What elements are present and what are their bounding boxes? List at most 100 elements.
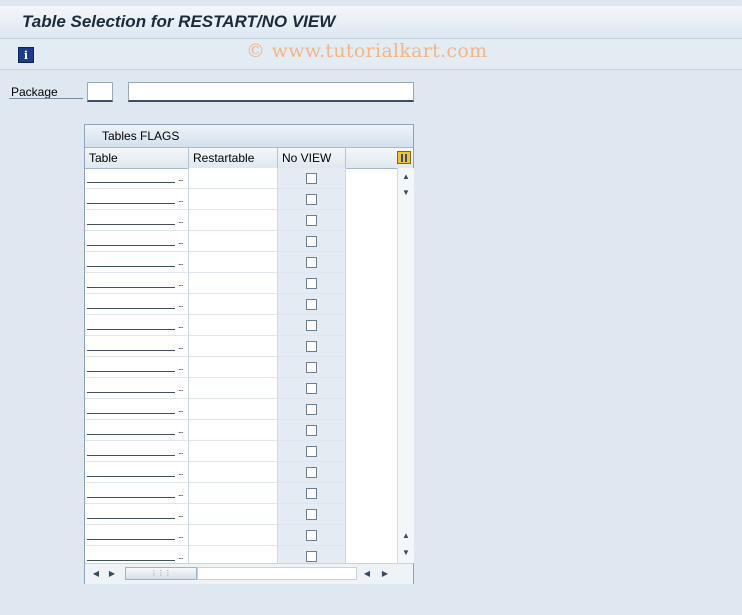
- restartable-cell[interactable]: [189, 189, 278, 210]
- restartable-cell[interactable]: [189, 168, 278, 189]
- value-help-icon[interactable]: ...: [178, 341, 183, 351]
- table-name-input[interactable]: ...: [85, 189, 189, 210]
- package-input[interactable]: [87, 82, 113, 102]
- no-view-checkbox[interactable]: [306, 257, 317, 268]
- restartable-cell[interactable]: [189, 420, 278, 441]
- horizontal-scrollbar[interactable]: ◀ ▶ ⋮⋮⋮ ◀ ▶: [85, 563, 413, 584]
- column-settings-icon[interactable]: [397, 151, 411, 164]
- column-header-restartable[interactable]: Restartable: [189, 148, 278, 168]
- table-name-input[interactable]: ...: [85, 252, 189, 273]
- input-underline: [87, 245, 175, 246]
- value-help-icon[interactable]: ...: [178, 173, 183, 183]
- table-name-input[interactable]: ...: [85, 231, 189, 252]
- value-help-icon[interactable]: ...: [178, 299, 183, 309]
- table-name-input[interactable]: ...: [85, 378, 189, 399]
- no-view-checkbox[interactable]: [306, 509, 317, 520]
- table-name-input[interactable]: ...: [85, 483, 189, 504]
- restartable-cell[interactable]: [189, 273, 278, 294]
- no-view-checkbox[interactable]: [306, 383, 317, 394]
- input-underline: [87, 182, 175, 183]
- value-help-icon[interactable]: ...: [178, 383, 183, 393]
- column-header-table[interactable]: Table: [85, 148, 189, 168]
- table-name-input[interactable]: ...: [85, 210, 189, 231]
- restartable-cell[interactable]: [189, 294, 278, 315]
- no-view-checkbox[interactable]: [306, 467, 317, 478]
- horizontal-scroll-thumb[interactable]: ⋮⋮⋮: [125, 567, 197, 580]
- page-down-icon[interactable]: ▼: [398, 186, 414, 200]
- no-view-checkbox[interactable]: [306, 488, 317, 499]
- value-help-icon[interactable]: ...: [178, 320, 183, 330]
- no-view-checkbox[interactable]: [306, 341, 317, 352]
- no-view-checkbox[interactable]: [306, 278, 317, 289]
- scroll-right-end-icon[interactable]: ▶: [378, 567, 392, 581]
- value-help-icon[interactable]: ...: [178, 425, 183, 435]
- table-row: ...: [85, 420, 397, 441]
- table-name-input[interactable]: ...: [85, 399, 189, 420]
- restartable-cell[interactable]: [189, 231, 278, 252]
- scroll-left-icon[interactable]: ◀: [89, 567, 103, 581]
- no-view-checkbox[interactable]: [306, 215, 317, 226]
- table-name-input[interactable]: ...: [85, 294, 189, 315]
- no-view-checkbox[interactable]: [306, 173, 317, 184]
- no-view-checkbox[interactable]: [306, 194, 317, 205]
- no-view-checkbox[interactable]: [306, 551, 317, 562]
- no-view-checkbox[interactable]: [306, 362, 317, 373]
- no-view-checkbox[interactable]: [306, 320, 317, 331]
- value-help-icon[interactable]: ...: [178, 551, 183, 561]
- value-help-icon[interactable]: ...: [178, 530, 183, 540]
- value-help-icon[interactable]: ...: [178, 278, 183, 288]
- value-help-icon[interactable]: ...: [178, 257, 183, 267]
- no-view-cell: [278, 231, 346, 252]
- restartable-cell[interactable]: [189, 462, 278, 483]
- value-help-icon[interactable]: ...: [178, 194, 183, 204]
- table-name-input[interactable]: ...: [85, 462, 189, 483]
- restartable-cell[interactable]: [189, 357, 278, 378]
- package-label-underline: [9, 98, 83, 99]
- restartable-cell[interactable]: [189, 525, 278, 546]
- table-name-input[interactable]: ...: [85, 504, 189, 525]
- no-view-checkbox[interactable]: [306, 236, 317, 247]
- table-name-input[interactable]: ...: [85, 441, 189, 462]
- no-view-checkbox[interactable]: [306, 425, 317, 436]
- table-name-input[interactable]: ...: [85, 420, 189, 441]
- restartable-cell[interactable]: [189, 399, 278, 420]
- page-up-icon[interactable]: ▲: [398, 529, 414, 543]
- input-underline: [87, 266, 175, 267]
- no-view-checkbox[interactable]: [306, 530, 317, 541]
- value-help-icon[interactable]: ...: [178, 467, 183, 477]
- restartable-cell[interactable]: [189, 252, 278, 273]
- value-help-icon[interactable]: ...: [178, 215, 183, 225]
- no-view-checkbox[interactable]: [306, 299, 317, 310]
- value-help-icon[interactable]: ...: [178, 446, 183, 456]
- table-name-input[interactable]: ...: [85, 273, 189, 294]
- vertical-scrollbar[interactable]: ▲ ▼ ▲ ▼: [397, 168, 414, 563]
- no-view-checkbox[interactable]: [306, 446, 317, 457]
- page-title: Table Selection for RESTART/NO VIEW: [22, 12, 336, 31]
- restartable-cell[interactable]: [189, 441, 278, 462]
- value-help-icon[interactable]: ...: [178, 236, 183, 246]
- scroll-down-icon[interactable]: ▼: [398, 546, 414, 560]
- restartable-cell[interactable]: [189, 210, 278, 231]
- restartable-cell[interactable]: [189, 315, 278, 336]
- value-help-icon[interactable]: ...: [178, 404, 183, 414]
- restartable-cell[interactable]: [189, 483, 278, 504]
- table-name-input[interactable]: ...: [85, 315, 189, 336]
- value-help-icon[interactable]: ...: [178, 488, 183, 498]
- input-underline: [87, 224, 175, 225]
- scroll-up-icon[interactable]: ▲: [398, 170, 414, 184]
- restartable-cell[interactable]: [189, 378, 278, 399]
- value-help-icon[interactable]: ...: [178, 362, 183, 372]
- restartable-cell[interactable]: [189, 504, 278, 525]
- table-name-input[interactable]: ...: [85, 168, 189, 189]
- column-header-no-view[interactable]: No VIEW: [278, 148, 346, 168]
- value-help-icon[interactable]: ...: [178, 509, 183, 519]
- scroll-right-icon[interactable]: ▶: [105, 567, 119, 581]
- information-icon[interactable]: i: [18, 47, 34, 63]
- no-view-checkbox[interactable]: [306, 404, 317, 415]
- table-name-input[interactable]: ...: [85, 336, 189, 357]
- table-name-input[interactable]: ...: [85, 357, 189, 378]
- restartable-cell[interactable]: [189, 336, 278, 357]
- scroll-left-end-icon[interactable]: ◀: [360, 567, 374, 581]
- table-name-input[interactable]: ...: [85, 525, 189, 546]
- horizontal-scroll-track[interactable]: [197, 567, 357, 580]
